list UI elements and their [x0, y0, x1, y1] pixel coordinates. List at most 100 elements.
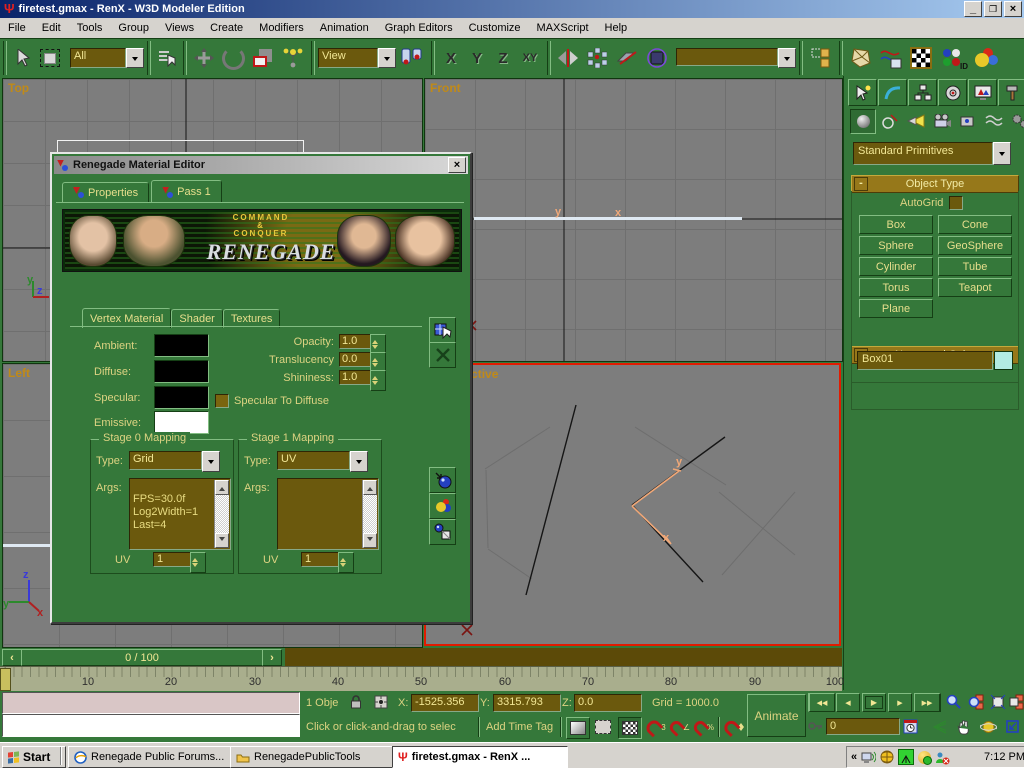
- tab-display[interactable]: [968, 79, 997, 106]
- tab-hierarchy[interactable]: [908, 79, 937, 106]
- menu-edit[interactable]: Edit: [34, 20, 69, 36]
- stage0-args-scrollbar[interactable]: [214, 480, 229, 548]
- diffuse-color-swatch[interactable]: [154, 360, 209, 383]
- select-and-move-button[interactable]: [190, 45, 218, 71]
- scroll-down-icon[interactable]: [215, 533, 229, 548]
- task-renegade-tools-folder[interactable]: RenegadePublicTools: [230, 746, 400, 768]
- translucency-field[interactable]: 0.0: [339, 352, 371, 367]
- shininess-field[interactable]: 1.0: [339, 370, 371, 385]
- tab-properties[interactable]: Properties: [62, 182, 149, 203]
- start-button[interactable]: Start: [2, 746, 66, 768]
- assign-to-selection-button[interactable]: [429, 467, 456, 493]
- close-button[interactable]: ×: [1004, 1, 1022, 17]
- tray-signal-icon[interactable]: [898, 749, 914, 765]
- object-color-swatch[interactable]: [994, 351, 1013, 370]
- scroll-down-icon[interactable]: [363, 533, 377, 548]
- stage1-type-dropdown-arrow[interactable]: [350, 451, 368, 472]
- stage1-args-scrollbar[interactable]: [362, 480, 377, 548]
- tray-globe-icon[interactable]: [880, 750, 894, 764]
- emissive-color-swatch[interactable]: [154, 411, 209, 434]
- go-to-end-button[interactable]: ▶▶: [914, 693, 941, 712]
- button-torus[interactable]: Torus: [859, 278, 933, 297]
- snapshot-button[interactable]: [612, 45, 642, 71]
- maxscript-mini-listener-white[interactable]: [2, 714, 300, 737]
- set-key-button[interactable]: [806, 717, 824, 735]
- snap-3d-button[interactable]: 3: [646, 717, 666, 737]
- delete-material-button[interactable]: [429, 342, 456, 368]
- menu-group[interactable]: Group: [110, 20, 157, 36]
- selection-filter-dropdown-arrow[interactable]: [126, 48, 144, 68]
- category-cameras[interactable]: [930, 109, 954, 132]
- dialog-close-button[interactable]: ×: [448, 157, 466, 173]
- category-lights[interactable]: [904, 109, 928, 132]
- primitive-category-combo[interactable]: Standard Primitives: [853, 142, 1011, 165]
- wireframe-button[interactable]: [592, 717, 614, 737]
- stage0-type-dropdown-arrow[interactable]: [202, 451, 220, 472]
- stage1-args-box[interactable]: [277, 478, 379, 550]
- reference-coordinate-combo[interactable]: View: [318, 48, 396, 68]
- task-renegade-forums[interactable]: Renegade Public Forums...: [68, 746, 238, 768]
- animate-button[interactable]: Animate: [747, 694, 806, 737]
- category-shapes[interactable]: [878, 109, 902, 132]
- add-time-tag[interactable]: Add Time Tag: [486, 721, 553, 733]
- object-name-field[interactable]: Box01: [857, 351, 993, 370]
- menu-file[interactable]: File: [0, 20, 34, 36]
- array-button[interactable]: [582, 45, 612, 71]
- stage0-uv-field[interactable]: 1: [153, 552, 193, 567]
- go-to-start-button[interactable]: ◀◀: [808, 693, 835, 712]
- x-coordinate-field[interactable]: -1525.356: [411, 694, 479, 712]
- select-and-manipulate-button[interactable]: [278, 45, 308, 71]
- tab-vertex-material[interactable]: Vertex Material: [82, 308, 171, 328]
- menu-help[interactable]: Help: [597, 20, 636, 36]
- material-id-button[interactable]: ID: [936, 45, 968, 71]
- zoom-extents-button[interactable]: [988, 692, 1008, 711]
- pick-material-button[interactable]: [429, 317, 456, 343]
- select-object-button[interactable]: [10, 45, 36, 71]
- select-and-scale-button[interactable]: [248, 45, 278, 71]
- time-next-button[interactable]: ›: [262, 649, 282, 666]
- menu-animation[interactable]: Animation: [312, 20, 377, 36]
- previous-frame-button[interactable]: ◀: [836, 693, 860, 712]
- pan-button[interactable]: [954, 717, 974, 736]
- shininess-spinner[interactable]: [370, 370, 386, 391]
- stage1-type-combo[interactable]: UV: [277, 451, 368, 472]
- menu-modifiers[interactable]: Modifiers: [251, 20, 312, 36]
- snap-angle-button[interactable]: ∠: [670, 717, 690, 737]
- named-selection-dropdown-arrow[interactable]: [778, 48, 796, 68]
- time-slider-button[interactable]: 0 / 100: [21, 649, 263, 666]
- primitive-category-dropdown-arrow[interactable]: [993, 142, 1011, 165]
- tray-network-icon[interactable]: [861, 750, 876, 764]
- smooth-shade-button[interactable]: [566, 717, 590, 739]
- minimize-button[interactable]: _: [964, 1, 982, 17]
- y-coordinate-field[interactable]: 3315.793: [493, 694, 561, 712]
- button-box[interactable]: Box: [859, 215, 933, 234]
- stage0-uv-spinner[interactable]: [190, 552, 206, 573]
- category-helpers[interactable]: [956, 109, 980, 132]
- tab-motion[interactable]: [938, 79, 967, 106]
- tray-messenger-icon[interactable]: [935, 751, 948, 764]
- category-geometry[interactable]: [850, 109, 876, 134]
- maxscript-mini-listener-pink[interactable]: [2, 692, 300, 714]
- apply-to-object-button[interactable]: [429, 519, 456, 545]
- stage1-uv-spinner[interactable]: [338, 552, 354, 573]
- menu-customize[interactable]: Customize: [461, 20, 529, 36]
- snap-spinner-button[interactable]: [724, 717, 744, 737]
- button-geosphere[interactable]: GeoSphere: [938, 236, 1012, 255]
- play-button[interactable]: ▶: [862, 693, 886, 712]
- rectangular-selection-button[interactable]: [36, 45, 64, 71]
- viewport-front[interactable]: Front y x: [424, 78, 843, 362]
- tray-clock[interactable]: 7:12 PM: [984, 751, 1024, 763]
- tray-update-icon[interactable]: [918, 751, 931, 764]
- menu-views[interactable]: Views: [157, 20, 202, 36]
- absolute-mode-button[interactable]: [372, 693, 390, 711]
- dialog-title-bar[interactable]: Renegade Material Editor ×: [54, 156, 468, 174]
- viewport-perspective[interactable]: Perspective y x: [424, 363, 841, 646]
- opacity-field[interactable]: 1.0: [339, 334, 371, 349]
- button-tube[interactable]: Tube: [938, 257, 1012, 276]
- track-bar[interactable]: 10 20 30 40 50 60 70 80 90 100: [0, 666, 842, 691]
- select-and-rotate-button[interactable]: [218, 45, 248, 71]
- field-of-view-button[interactable]: [930, 717, 950, 736]
- reference-coordinate-dropdown-arrow[interactable]: [378, 48, 396, 68]
- arc-rotate-button[interactable]: [978, 717, 998, 736]
- current-frame-field[interactable]: 0: [826, 718, 900, 735]
